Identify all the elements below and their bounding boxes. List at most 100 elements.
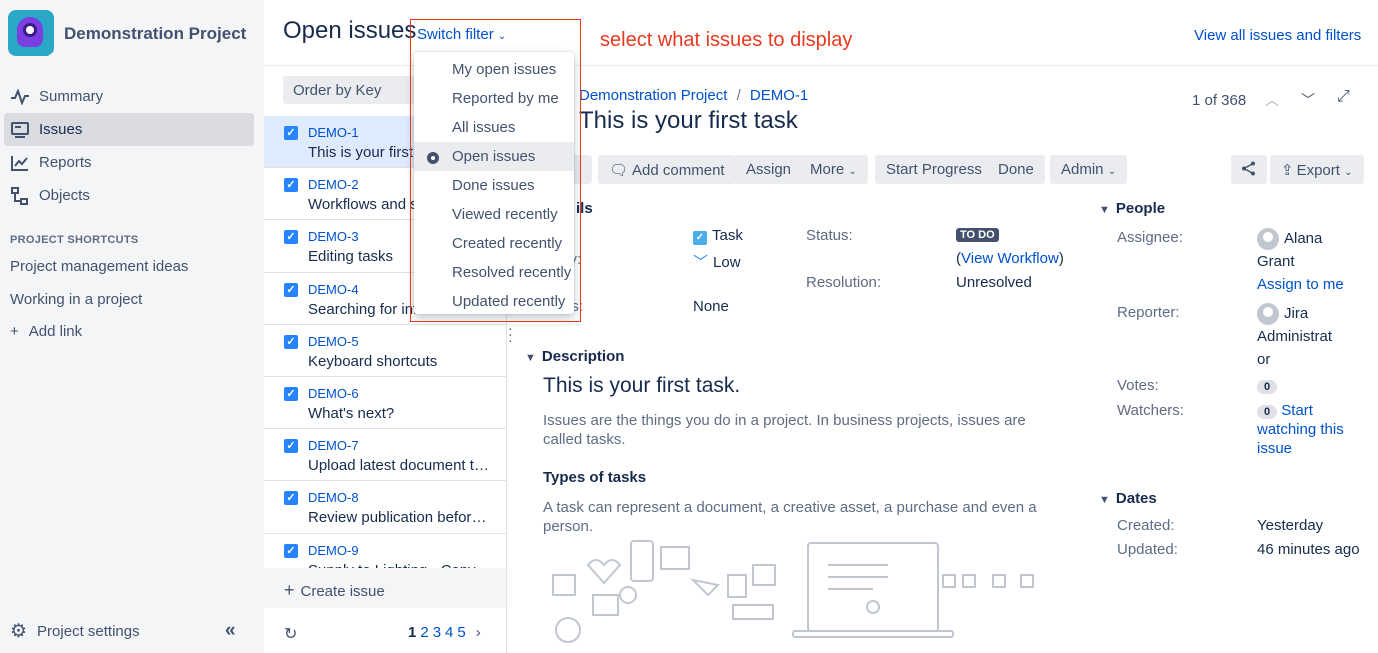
dates-title-text: Dates xyxy=(1115,490,1157,507)
task-checkbox-icon: ✓ xyxy=(284,126,298,140)
start-watching-link-3[interactable]: issue xyxy=(1257,440,1292,457)
issue-key[interactable]: DEMO-7 xyxy=(308,438,359,453)
project-avatar[interactable]: ≡ xyxy=(8,10,54,56)
previous-issue-icon[interactable]: ︿ xyxy=(1265,90,1279,110)
issue-key[interactable]: DEMO-1 xyxy=(308,125,359,140)
sidebar-item-objects[interactable]: Objects xyxy=(4,179,254,212)
gear-icon: ⚙ xyxy=(10,621,28,642)
chevron-down-icon: ▼ xyxy=(1099,204,1110,216)
sidebar-item-label: Reports xyxy=(39,154,92,171)
issue-key[interactable]: DEMO-9 xyxy=(308,543,359,558)
issue-key[interactable]: DEMO-4 xyxy=(308,282,359,297)
breadcrumb-issue-link[interactable]: DEMO-1 xyxy=(750,87,808,104)
share-icon[interactable] xyxy=(1231,155,1267,184)
reporter-value[interactable]: Jira xyxy=(1257,303,1308,325)
issue-row[interactable]: ✓ DEMO-6 What's next? xyxy=(264,377,506,430)
issue-title[interactable]: This is your first task xyxy=(579,107,798,135)
view-all-issues-link[interactable]: View all issues and filters xyxy=(1194,27,1361,44)
breadcrumb-project-link[interactable]: Demonstration Project xyxy=(579,87,727,104)
assign-to-me-link[interactable]: Assign to me xyxy=(1257,276,1344,293)
page-link[interactable]: 4 xyxy=(445,624,453,641)
sidebar-item-reports[interactable]: Reports xyxy=(4,146,254,179)
description-heading: This is your first task. xyxy=(543,374,741,397)
issue-summary: Review publication before ... xyxy=(308,509,490,527)
chevron-down-icon: ▼ xyxy=(1099,494,1110,506)
page-link[interactable]: 2 xyxy=(420,624,428,641)
shortcut-project-management[interactable]: Project management ideas xyxy=(10,258,188,275)
issue-row[interactable]: ✓ DEMO-7 Upload latest document to... xyxy=(264,429,506,482)
next-issue-icon[interactable]: ﹀ xyxy=(1301,90,1315,110)
people-title-text: People xyxy=(1115,200,1166,217)
votes-value[interactable]: 0 xyxy=(1257,377,1278,394)
shortcuts-title: PROJECT SHORTCUTS xyxy=(10,234,139,246)
view-workflow-link[interactable]: View Workflow xyxy=(961,250,1059,267)
issue-row[interactable]: ✓DEMO-9Supply to Lighting - Copy xyxy=(264,534,506,568)
resize-handle-icon[interactable]: · · · xyxy=(508,321,513,347)
description-section-title[interactable]: ▼ Description xyxy=(525,348,624,365)
dates-section-title[interactable]: ▼ Dates xyxy=(1099,490,1157,507)
plus-icon: + xyxy=(10,323,19,340)
priority-value: ﹀ Low xyxy=(693,251,741,272)
document-badge-icon: ≡ xyxy=(47,52,54,56)
collapse-sidebar-icon[interactable]: « xyxy=(225,620,236,642)
add-comment-label: Add comment xyxy=(632,162,725,179)
status-badge: TO DO xyxy=(956,228,999,242)
priority-low-icon: ﹀ xyxy=(693,254,709,271)
avatar xyxy=(1257,303,1279,325)
sidebar-item-issues[interactable]: Issues xyxy=(4,113,254,146)
start-watching-link-2[interactable]: watching this xyxy=(1257,421,1344,438)
issue-row[interactable]: ✓ DEMO-5 Keyboard shortcuts xyxy=(264,325,506,377)
project-settings[interactable]: ⚙ Project settings xyxy=(10,620,140,643)
page-link[interactable]: 3 xyxy=(433,624,441,641)
expand-icon[interactable]: ⤢ xyxy=(1337,88,1350,106)
start-watching-link-1[interactable]: Start xyxy=(1281,402,1313,419)
chevron-down-icon: ⌄ xyxy=(1107,166,1117,177)
issue-key[interactable]: DEMO-6 xyxy=(308,386,359,401)
issue-key[interactable]: DEMO-3 xyxy=(308,229,359,244)
more-button[interactable]: More ⌄ xyxy=(799,155,868,184)
issue-counter: 1 of 368 xyxy=(1192,92,1247,109)
assignee-value[interactable]: Alana xyxy=(1257,228,1322,250)
labels-value: None xyxy=(693,298,729,315)
assign-button[interactable]: Assign xyxy=(735,155,803,184)
create-issue-label: Create issue xyxy=(300,583,385,600)
people-section-title[interactable]: ▼ People xyxy=(1099,200,1165,217)
task-checkbox-icon: ✓ xyxy=(284,282,298,297)
task-checkbox-icon: ✓ xyxy=(284,334,298,349)
issue-summary: Upload latest document to... xyxy=(308,457,490,475)
add-link[interactable]: + Add link xyxy=(10,323,82,340)
admin-button[interactable]: Admin ⌄ xyxy=(1050,155,1128,184)
shortcut-working-in-project[interactable]: Working in a project xyxy=(10,291,142,308)
reporter-label: Reporter: xyxy=(1117,304,1180,321)
sidebar-item-summary[interactable]: Summary xyxy=(4,80,254,113)
tree-icon xyxy=(10,186,30,206)
issue-summary: Keyboard shortcuts xyxy=(308,352,438,370)
add-comment-button[interactable]: 🗨 Add comment xyxy=(598,155,736,184)
issue-key[interactable]: DEMO-2 xyxy=(308,177,359,192)
watchers-count-badge: 0 xyxy=(1257,405,1278,419)
reporter-name-3: or xyxy=(1257,351,1271,368)
start-progress-button[interactable]: Start Progress xyxy=(875,155,993,184)
order-by-button[interactable]: Order by Key xyxy=(283,76,423,104)
description-paragraph: Issues are the things you do in a projec… xyxy=(543,412,1026,448)
issue-key[interactable]: DEMO-8 xyxy=(308,490,359,505)
page-link[interactable]: 5 xyxy=(457,624,465,641)
page-link[interactable]: 1 xyxy=(408,624,416,641)
pagination: 1 2 3 4 5 › xyxy=(408,624,481,641)
chevron-down-icon: ⌄ xyxy=(848,166,857,177)
done-button[interactable]: Done xyxy=(987,155,1045,184)
chart-icon xyxy=(10,153,30,173)
assignee-label: Assignee: xyxy=(1117,229,1183,246)
refresh-icon[interactable]: ↻ xyxy=(284,624,297,644)
chevron-right-icon[interactable]: › xyxy=(476,624,481,641)
export-button[interactable]: ⇪ Export ⌄ xyxy=(1270,155,1364,184)
assignee-name-2: Grant xyxy=(1257,253,1295,270)
issue-row[interactable]: ✓ DEMO-8 Review publication before ... xyxy=(264,481,506,534)
watchers-value: 0 Start xyxy=(1257,402,1313,419)
create-issue-button[interactable]: + Create issue xyxy=(264,568,506,608)
chevron-down-icon: ▼ xyxy=(525,352,536,364)
issue-key[interactable]: DEMO-5 xyxy=(308,334,359,349)
chevron-down-icon: ⌄ xyxy=(1344,167,1353,178)
plus-icon: + xyxy=(284,580,295,600)
project-name[interactable]: Demonstration Project xyxy=(64,24,246,44)
